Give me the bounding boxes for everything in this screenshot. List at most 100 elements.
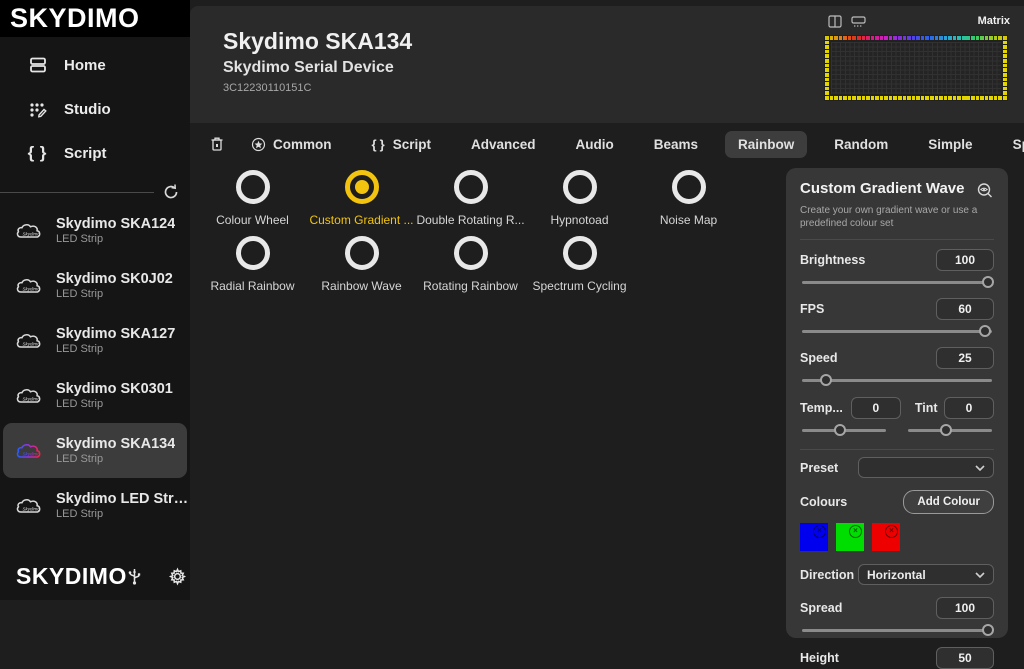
- led-dot: [825, 54, 829, 58]
- tab-random[interactable]: Random: [821, 131, 901, 158]
- led-dot: [825, 41, 829, 45]
- script-icon: { }: [27, 142, 49, 164]
- led-dot: [898, 96, 902, 100]
- tab-rainbow[interactable]: Rainbow: [725, 131, 807, 158]
- skydimo-cloud-icon: Skydimo: [14, 275, 46, 297]
- speed-slider[interactable]: [800, 374, 994, 387]
- device-list-item[interactable]: Skydimo Skydimo SKA127 LED Strip: [0, 313, 190, 368]
- device-list-divider: [0, 183, 180, 201]
- device-type: LED Strip: [56, 343, 175, 355]
- effect-settings-panel: Custom Gradient Wave Create your own gra…: [786, 168, 1008, 638]
- brightness-value[interactable]: 100: [936, 249, 994, 271]
- device-name: Skydimo SKA127: [56, 326, 175, 342]
- device-list-item[interactable]: Skydimo Skydimo SKA124 LED Strip: [0, 203, 190, 258]
- led-dot: [966, 36, 970, 40]
- add-colour-button[interactable]: Add Colour: [903, 490, 994, 514]
- effect-option[interactable]: Hypnotoad: [525, 161, 634, 227]
- effect-radio: [236, 170, 270, 204]
- led-dot: [903, 36, 907, 40]
- led-dot: [916, 96, 920, 100]
- colour-swatch[interactable]: ×: [872, 523, 900, 551]
- spread-slider[interactable]: [800, 624, 994, 637]
- led-dot: [866, 96, 870, 100]
- device-list-item[interactable]: Skydimo Skydimo SK0301 LED Strip: [0, 368, 190, 423]
- temp-label: Temp...: [800, 401, 843, 415]
- remove-colour-icon[interactable]: ×: [813, 525, 826, 538]
- device-list-item[interactable]: Skydimo Skydimo SK0J02 LED Strip: [0, 258, 190, 313]
- device-list-item[interactable]: Skydimo Skydimo SKA134 LED Strip: [3, 423, 187, 478]
- led-dot: [985, 96, 989, 100]
- device-list-item[interactable]: Skydimo Skydimo LED Strip (Se... LED Str…: [0, 478, 190, 533]
- effect-option[interactable]: Custom Gradient ...: [307, 161, 416, 227]
- tab-label: Simple: [928, 137, 972, 152]
- temp-slider[interactable]: [800, 424, 888, 437]
- effect-option[interactable]: Radial Rainbow: [198, 227, 307, 293]
- fps-slider[interactable]: [800, 325, 994, 338]
- brightness-label: Brightness: [800, 253, 865, 267]
- speed-value[interactable]: 25: [936, 347, 994, 369]
- led-dot: [985, 36, 989, 40]
- tab-audio[interactable]: Audio: [563, 131, 627, 158]
- led-dot: [839, 36, 843, 40]
- effect-label: Rotating Rainbow: [423, 279, 518, 293]
- tab-advanced[interactable]: Advanced: [458, 131, 549, 158]
- spread-value[interactable]: 100: [936, 597, 994, 619]
- device-type: LED Strip: [56, 508, 190, 520]
- tab-label: Common: [273, 137, 332, 152]
- split-layout-icon[interactable]: [828, 15, 842, 28]
- height-value[interactable]: 50: [936, 647, 994, 669]
- tint-slider[interactable]: [906, 424, 994, 437]
- device-name: Skydimo SK0301: [56, 381, 173, 397]
- magnifier-eye-icon[interactable]: [976, 182, 994, 200]
- sidebar-item-home[interactable]: Home: [0, 43, 190, 87]
- device-name: Skydimo SK0J02: [56, 271, 173, 287]
- gear-icon[interactable]: [168, 567, 187, 586]
- tab-special[interactable]: Special: [1000, 131, 1024, 158]
- tab-script[interactable]: { }Script: [359, 131, 444, 158]
- effect-option[interactable]: Rainbow Wave: [307, 227, 416, 293]
- tab-common[interactable]: Common: [238, 131, 345, 158]
- tint-value[interactable]: 0: [944, 397, 994, 419]
- preset-select[interactable]: [858, 457, 994, 478]
- colour-swatch[interactable]: ×: [800, 523, 828, 551]
- remove-colour-icon[interactable]: ×: [849, 525, 862, 538]
- trash-icon[interactable]: [210, 131, 224, 157]
- preset-label: Preset: [800, 461, 838, 475]
- fps-value[interactable]: 60: [936, 298, 994, 320]
- effect-option[interactable]: Colour Wheel: [198, 161, 307, 227]
- led-dot: [912, 96, 916, 100]
- tab-label: Random: [834, 137, 888, 152]
- effect-radio: [454, 236, 488, 270]
- tab-beams[interactable]: Beams: [641, 131, 711, 158]
- brightness-slider[interactable]: [800, 276, 994, 289]
- led-dot: [976, 96, 980, 100]
- led-dot: [962, 36, 966, 40]
- tab-label: Beams: [654, 137, 698, 152]
- effect-option[interactable]: Spectrum Cycling: [525, 227, 634, 293]
- effect-label: Hypnotoad: [550, 213, 608, 227]
- led-dot: [939, 96, 943, 100]
- led-dot: [1003, 41, 1007, 45]
- effect-radio: [563, 170, 597, 204]
- colours-label: Colours: [800, 495, 847, 509]
- usb-icon[interactable]: [127, 566, 142, 586]
- effect-option[interactable]: Noise Map: [634, 161, 743, 227]
- studio-icon: [27, 98, 49, 120]
- tab-simple[interactable]: Simple: [915, 131, 985, 158]
- sidebar-item-studio[interactable]: Studio: [0, 87, 190, 131]
- effect-option[interactable]: Double Rotating R...: [416, 161, 525, 227]
- temp-value[interactable]: 0: [851, 397, 901, 419]
- remove-colour-icon[interactable]: ×: [885, 525, 898, 538]
- led-dot: [830, 36, 834, 40]
- colour-swatch[interactable]: ×: [836, 523, 864, 551]
- height-label: Height: [800, 651, 839, 665]
- led-dot: [852, 96, 856, 100]
- effect-option[interactable]: Rotating Rainbow: [416, 227, 525, 293]
- led-dot: [916, 36, 920, 40]
- tint-label: Tint: [915, 401, 938, 415]
- refresh-icon[interactable]: [162, 183, 180, 201]
- direction-select[interactable]: Horizontal: [858, 564, 994, 585]
- led-dot: [834, 36, 838, 40]
- strip-layout-icon[interactable]: [851, 15, 866, 28]
- sidebar-item-script[interactable]: { } Script: [0, 131, 190, 175]
